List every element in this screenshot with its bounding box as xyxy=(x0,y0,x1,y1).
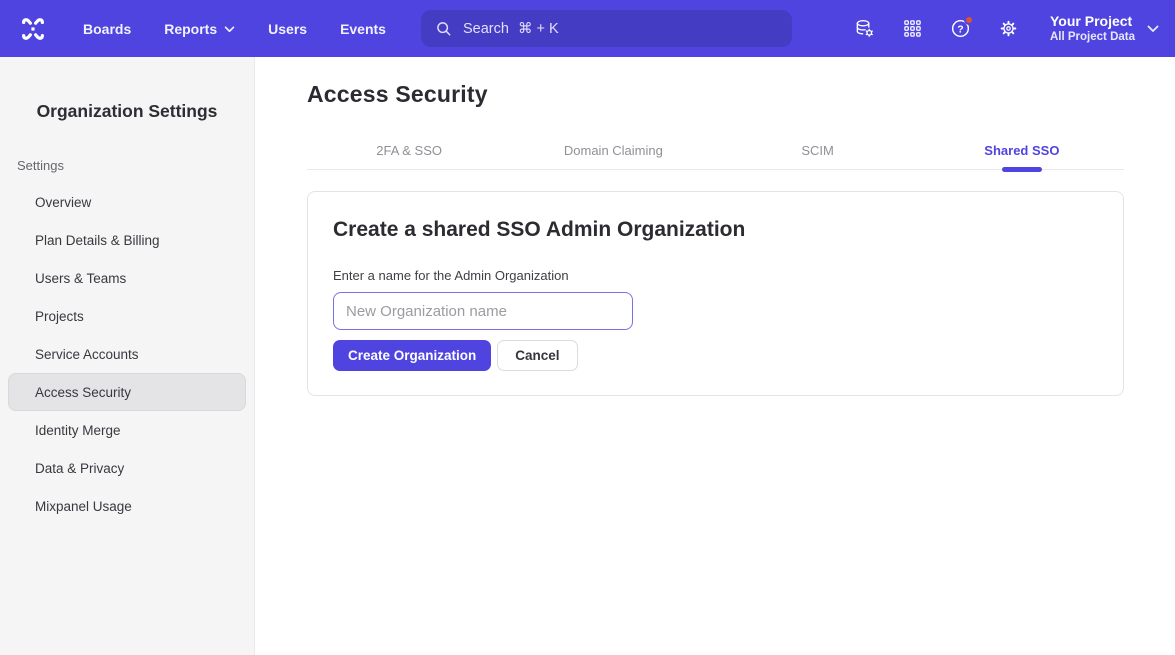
page-title: Access Security xyxy=(307,81,1175,108)
search-shortcut-hint: ⌘ + K xyxy=(518,21,559,37)
sidebar-item-label: Service Accounts xyxy=(35,347,139,362)
nav-item-reports[interactable]: Reports xyxy=(164,21,235,37)
sidebar-item-service-accounts[interactable]: Service Accounts xyxy=(8,335,246,373)
sidebar-item-access-security[interactable]: Access Security xyxy=(8,373,246,411)
project-selector[interactable]: Your Project All Project Data xyxy=(1050,13,1159,44)
question-mark-glyph: ? xyxy=(957,23,963,35)
tab-domain-claiming[interactable]: Domain Claiming xyxy=(511,131,715,169)
sidebar-nav-list: Overview Plan Details & Billing Users & … xyxy=(0,183,254,525)
sidebar-item-label: Access Security xyxy=(35,385,131,400)
search-placeholder: Search xyxy=(463,21,509,37)
create-shared-sso-card: Create a shared SSO Admin Organization E… xyxy=(307,191,1124,396)
tab-shared-sso[interactable]: Shared SSO xyxy=(920,131,1124,169)
create-organization-button[interactable]: Create Organization xyxy=(333,340,491,371)
chevron-down-icon xyxy=(224,26,235,33)
nav-item-boards[interactable]: Boards xyxy=(83,21,131,37)
card-actions: Create Organization Cancel xyxy=(333,340,1093,371)
sidebar-item-label: Projects xyxy=(35,309,84,324)
tab-2fa-sso[interactable]: 2FA & SSO xyxy=(307,131,511,169)
project-selector-text: Your Project All Project Data xyxy=(1050,13,1135,44)
main-panel: Access Security 2FA & SSO Domain Claimin… xyxy=(255,57,1175,655)
card-title: Create a shared SSO Admin Organization xyxy=(333,218,1093,242)
nav-item-label: Events xyxy=(340,21,386,37)
org-settings-sidebar: Organization Settings Settings Overview … xyxy=(0,57,255,655)
sidebar-title: Organization Settings xyxy=(0,101,254,122)
mixpanel-logo-icon[interactable] xyxy=(17,13,49,45)
nav-item-label: Boards xyxy=(83,21,131,37)
search-icon xyxy=(435,20,452,37)
tab-label: SCIM xyxy=(801,143,834,158)
tab-label: Shared SSO xyxy=(984,143,1059,158)
sidebar-item-label: Overview xyxy=(35,195,91,210)
project-name: Your Project xyxy=(1050,13,1132,30)
sidebar-item-data-privacy[interactable]: Data & Privacy xyxy=(8,449,246,487)
sidebar-item-label: Identity Merge xyxy=(35,423,121,438)
apps-grid-icon[interactable] xyxy=(902,18,923,39)
org-name-input[interactable] xyxy=(333,292,633,330)
sidebar-item-label: Plan Details & Billing xyxy=(35,233,160,248)
search-input[interactable]: Search ⌘ + K xyxy=(421,10,792,47)
sidebar-item-label: Mixpanel Usage xyxy=(35,499,132,514)
tab-label: 2FA & SSO xyxy=(376,143,442,158)
sidebar-section-label: Settings xyxy=(17,158,254,173)
sidebar-item-label: Data & Privacy xyxy=(35,461,124,476)
sidebar-item-users-teams[interactable]: Users & Teams xyxy=(8,259,246,297)
chevron-down-icon xyxy=(1147,25,1159,33)
sidebar-item-identity-merge[interactable]: Identity Merge xyxy=(8,411,246,449)
org-name-field-label: Enter a name for the Admin Organization xyxy=(333,268,1093,283)
sidebar-item-plan-details-billing[interactable]: Plan Details & Billing xyxy=(8,221,246,259)
notification-badge xyxy=(964,15,974,25)
top-navbar: Boards Reports Users Events Search ⌘ + K xyxy=(0,0,1175,57)
access-security-tabs: 2FA & SSO Domain Claiming SCIM Shared SS… xyxy=(307,131,1124,170)
sidebar-item-mixpanel-usage[interactable]: Mixpanel Usage xyxy=(8,487,246,525)
settings-gear-icon[interactable] xyxy=(998,18,1019,39)
page-content: Organization Settings Settings Overview … xyxy=(0,57,1175,655)
active-tab-indicator xyxy=(1002,167,1042,172)
sidebar-item-label: Users & Teams xyxy=(35,271,126,286)
help-icon[interactable]: ? xyxy=(950,18,971,39)
nav-item-events[interactable]: Events xyxy=(340,21,386,37)
data-management-icon[interactable] xyxy=(854,18,875,39)
tab-scim[interactable]: SCIM xyxy=(716,131,920,169)
cancel-button[interactable]: Cancel xyxy=(497,340,577,371)
project-data-scope: All Project Data xyxy=(1050,30,1135,44)
sidebar-item-overview[interactable]: Overview xyxy=(8,183,246,221)
nav-item-users[interactable]: Users xyxy=(268,21,307,37)
primary-nav: Boards Reports Users Events xyxy=(83,21,386,37)
nav-item-label: Users xyxy=(268,21,307,37)
nav-item-label: Reports xyxy=(164,21,217,37)
tab-label: Domain Claiming xyxy=(564,143,663,158)
sidebar-item-projects[interactable]: Projects xyxy=(8,297,246,335)
navbar-right-section: ? Your Project All Project Data xyxy=(854,0,1159,57)
